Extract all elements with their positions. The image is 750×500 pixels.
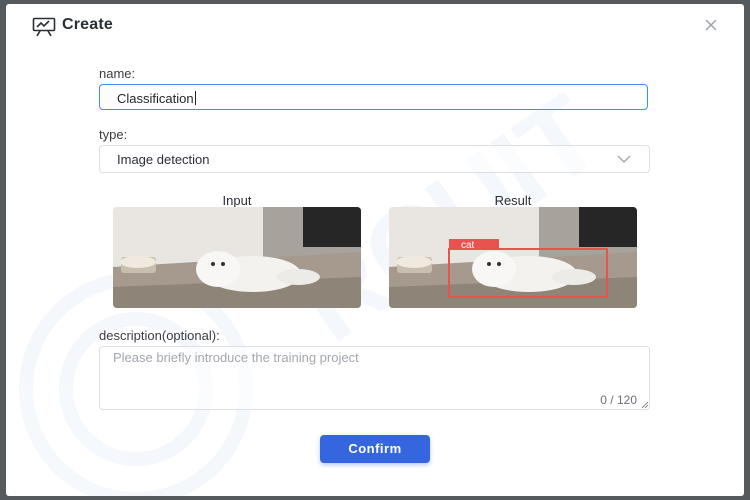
dialog-title: Create xyxy=(62,16,114,33)
description-label: description(optional): xyxy=(99,328,220,343)
text-caret xyxy=(194,91,196,105)
presentation-chart-icon xyxy=(32,17,56,37)
detection-label: cat xyxy=(461,240,475,251)
name-input-value: Classification xyxy=(117,91,194,106)
result-image: cat xyxy=(389,207,637,308)
resize-handle-icon[interactable] xyxy=(642,402,648,408)
character-counter: 0 / 120 xyxy=(600,393,637,407)
confirm-button[interactable]: Confirm xyxy=(320,435,430,463)
result-image-label: Result xyxy=(494,193,532,208)
input-image-label: Input xyxy=(222,193,252,208)
description-textarea[interactable]: Please briefly introduce the training pr… xyxy=(99,346,650,410)
type-select-value: Image detection xyxy=(117,152,210,167)
type-label: type: xyxy=(99,127,128,142)
create-dialog: RCUIT Create name: Classification type: … xyxy=(6,4,744,496)
chevron-down-icon xyxy=(617,155,631,163)
description-placeholder: Please briefly introduce the training pr… xyxy=(113,350,359,365)
type-select[interactable]: Image detection xyxy=(99,145,650,173)
name-label: name: xyxy=(99,66,136,81)
close-icon[interactable] xyxy=(702,16,720,34)
input-image xyxy=(113,207,361,308)
name-input[interactable]: Classification xyxy=(99,84,648,110)
